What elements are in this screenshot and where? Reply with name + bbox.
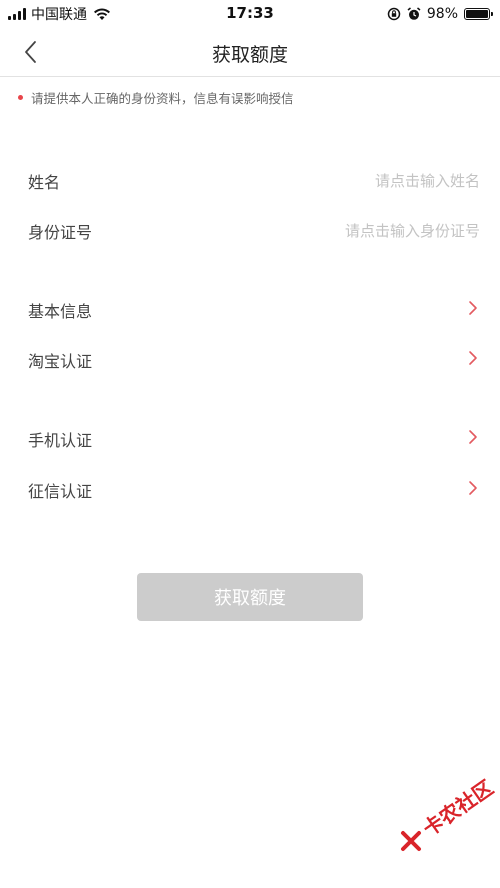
- phone-verification-label: 手机认证: [28, 431, 93, 450]
- page-title: 获取额度: [211, 44, 288, 66]
- basic-info-label: 基本信息: [28, 302, 93, 321]
- chevron-right-icon: [469, 351, 477, 365]
- notice-dot-icon: [18, 95, 23, 100]
- watermark-logo: 卡农社区: [398, 775, 498, 870]
- get-credit-button[interactable]: 获取额度: [137, 573, 363, 621]
- name-input[interactable]: 请点击输入姓名: [375, 170, 480, 191]
- credit-verification-item[interactable]: 征信认证: [0, 463, 500, 513]
- status-right: 98%: [387, 5, 493, 23]
- notice-banner: 请提供本人正确的身份资料，信息有误影响授信: [18, 88, 294, 107]
- notice-text: 请提供本人正确的身份资料，信息有误影响授信: [31, 91, 294, 106]
- chevron-right-icon: [469, 430, 477, 444]
- battery-level: [466, 10, 488, 18]
- battery-icon: [464, 8, 493, 20]
- basic-info-item[interactable]: 基本信息: [0, 283, 500, 333]
- credit-verification-label: 征信认证: [28, 482, 93, 501]
- nav-bar: 获取额度: [0, 28, 500, 77]
- battery-percent: 98%: [426, 6, 458, 22]
- taobao-verification-label: 淘宝认证: [28, 352, 93, 371]
- phone-verification-item[interactable]: 手机认证: [0, 412, 500, 462]
- rotation-lock-icon: [387, 7, 401, 21]
- chevron-right-icon: [469, 301, 477, 315]
- watermark-mark-icon: [401, 831, 421, 851]
- taobao-verification-item[interactable]: 淘宝认证: [0, 333, 500, 383]
- id-number-row[interactable]: 身份证号 请点击输入身份证号: [0, 204, 500, 254]
- alarm-icon: [407, 7, 421, 20]
- name-label: 姓名: [28, 173, 61, 192]
- id-number-label: 身份证号: [28, 223, 93, 242]
- status-bar: 中国联通 17:33 98%: [0, 0, 500, 28]
- name-row[interactable]: 姓名 请点击输入姓名: [0, 154, 500, 204]
- id-number-input[interactable]: 请点击输入身份证号: [345, 220, 480, 241]
- watermark-text: 卡农社区: [418, 775, 498, 841]
- chevron-right-icon: [469, 481, 477, 495]
